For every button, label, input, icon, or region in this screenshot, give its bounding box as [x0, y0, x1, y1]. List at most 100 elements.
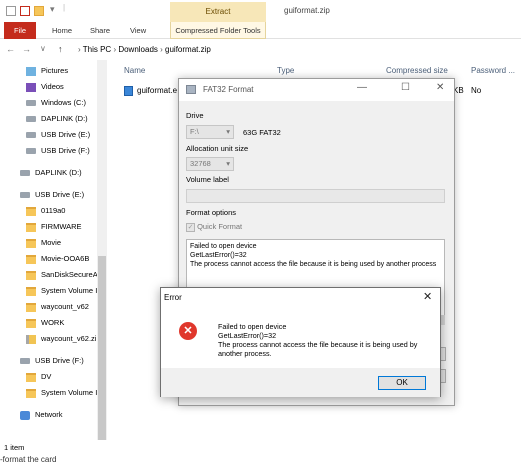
column-name[interactable]: Name [124, 66, 145, 75]
app-icon [186, 85, 196, 94]
sidebar-item-movie[interactable]: Movie [26, 236, 61, 250]
ribbon: File Home Share View Compressed Folder T… [0, 22, 521, 39]
tab-home[interactable]: Home [52, 22, 72, 39]
sidebar-item-waycount-zip[interactable]: waycount_v62.zi [26, 332, 96, 346]
drive-info: 63G FAT32 [243, 128, 281, 137]
folder-icon [26, 206, 36, 216]
sidebar-item-sandisksecure[interactable]: SanDiskSecureA [26, 268, 98, 282]
sidebar-item-work[interactable]: WORK [26, 316, 64, 330]
fat32-title: FAT32 Format [203, 85, 254, 94]
breadcrumb-guiformat-zip[interactable]: guiformat.zip [165, 45, 211, 54]
drive-icon [20, 170, 30, 177]
format-options-label: Format options [186, 208, 237, 217]
quick-format-option[interactable]: ✓ Quick Format [186, 222, 242, 232]
sidebar-item-usb-e[interactable]: USB Drive (E:) [26, 128, 90, 142]
sidebar-item-system-volume-f[interactable]: System Volume I [26, 386, 97, 400]
error-message: Failed to open device GetLastError()=32 … [218, 322, 432, 358]
error-dialog: Error ✕ ✕ Failed to open device GetLastE… [160, 287, 441, 397]
status-item-count: 1 item [4, 443, 25, 452]
explorer-titlebar: ▾ | Extract guiformat.zip [0, 0, 521, 22]
pictures-icon [26, 66, 36, 76]
folder-icon[interactable] [6, 6, 16, 16]
folder-icon [26, 238, 36, 248]
log-line: The process cannot access the file becau… [190, 261, 437, 268]
sidebar-item-usb-f-root[interactable]: USB Drive (F:) [20, 354, 84, 368]
log-line: GetLastError()=32 [190, 252, 247, 259]
sidebar-item-system-volume-e[interactable]: System Volume I [26, 284, 97, 298]
chevron-down-icon: ▾ [226, 159, 230, 168]
column-compressed-size[interactable]: Compressed size [386, 66, 448, 75]
error-footer: OK [161, 368, 440, 397]
tab-file[interactable]: File [4, 22, 36, 39]
sidebar-item-daplink-d-root[interactable]: DAPLINK (D:) [20, 166, 82, 180]
maximize-icon[interactable]: ☐ [401, 82, 410, 93]
properties-icon[interactable] [20, 6, 30, 16]
chevron-right-icon: › [78, 45, 81, 54]
sidebar-item-network[interactable]: Network [20, 408, 63, 422]
tab-view[interactable]: View [130, 22, 146, 39]
sidebar-item-pictures[interactable]: Pictures [26, 64, 68, 78]
close-icon[interactable]: ✕ [423, 290, 432, 303]
extract-context-tab[interactable]: Extract [170, 2, 266, 22]
folder-icon [26, 318, 36, 328]
error-titlebar: Error ✕ [161, 288, 440, 307]
drive-icon [20, 358, 30, 365]
sidebar-item-movie-ooa6b[interactable]: Movie-OOA6B [26, 252, 89, 266]
sidebar-item-firmware[interactable]: FIRMWARE [26, 220, 82, 234]
folder-icon [26, 286, 36, 296]
folder-icon [26, 388, 36, 398]
tab-share[interactable]: Share [90, 22, 110, 39]
tab-compressed-folder-tools[interactable]: Compressed Folder Tools [170, 22, 266, 39]
error-line: GetLastError()=32 [218, 331, 277, 340]
breadcrumb-downloads[interactable]: Downloads [118, 45, 158, 54]
folder-icon [26, 270, 36, 280]
sidebar-item-0119a0[interactable]: 0119a0 [26, 204, 65, 218]
breadcrumb-this-pc[interactable]: This PC [83, 45, 111, 54]
up-icon[interactable]: ↑ [58, 44, 63, 54]
quick-format-checkbox[interactable]: ✓ [186, 222, 195, 232]
drive-icon [26, 116, 36, 123]
drive-icon [26, 132, 36, 139]
application-icon [124, 86, 133, 96]
folder-icon [26, 222, 36, 232]
error-line: Failed to open device [218, 322, 287, 331]
fat32-titlebar: FAT32 Format — ☐ ✕ [179, 79, 454, 101]
drive-select[interactable]: F:\ ▾ [186, 125, 234, 139]
error-title: Error [164, 293, 182, 302]
folder-icon [26, 302, 36, 312]
minimize-icon[interactable]: — [357, 82, 367, 93]
sidebar-item-dv[interactable]: DV [26, 370, 51, 384]
folder-icon [26, 372, 36, 382]
file-name: guiformat.e [137, 86, 178, 95]
chevron-down-icon[interactable]: ▾ [50, 4, 55, 15]
zip-icon [26, 334, 36, 344]
drive-label: Drive [186, 111, 204, 120]
close-icon[interactable]: ✕ [436, 82, 444, 93]
back-icon[interactable]: ← [6, 44, 15, 54]
sidebar-item-videos[interactable]: Videos [26, 80, 64, 94]
sidebar-item-waycount-v62[interactable]: waycount_v62 [26, 300, 89, 314]
volume-label-input[interactable] [186, 189, 445, 203]
allocation-select[interactable]: 32768 ▾ [186, 157, 234, 171]
recent-locations-icon[interactable]: ∨ [40, 44, 46, 53]
ok-button[interactable]: OK [378, 376, 426, 390]
sidebar-item-usb-f[interactable]: USB Drive (F:) [26, 144, 90, 158]
new-folder-icon[interactable] [34, 6, 44, 16]
forward-icon[interactable]: → [22, 44, 31, 54]
log-line: Failed to open device [190, 243, 257, 250]
nav-scrollbar-thumb[interactable] [98, 256, 106, 440]
breadcrumb[interactable]: › This PC › Downloads › guiformat.zip [78, 42, 521, 58]
navigation-pane: Pictures Videos Windows (C:) DAPLINK (D:… [0, 60, 110, 440]
folder-icon [26, 254, 36, 264]
column-password[interactable]: Password ... [471, 66, 515, 75]
drive-icon [20, 192, 30, 199]
error-line: The process cannot access the file becau… [218, 340, 418, 358]
allocation-label: Allocation unit size [186, 144, 249, 153]
sidebar-item-daplink-d[interactable]: DAPLINK (D:) [26, 112, 88, 126]
sidebar-item-usb-e-root[interactable]: USB Drive (E:) [20, 188, 84, 202]
drive-icon [26, 100, 36, 107]
column-type[interactable]: Type [277, 66, 294, 75]
sidebar-item-windows-c[interactable]: Windows (C:) [26, 96, 86, 110]
chevron-down-icon: ▾ [226, 127, 230, 136]
separator: | [63, 3, 66, 12]
